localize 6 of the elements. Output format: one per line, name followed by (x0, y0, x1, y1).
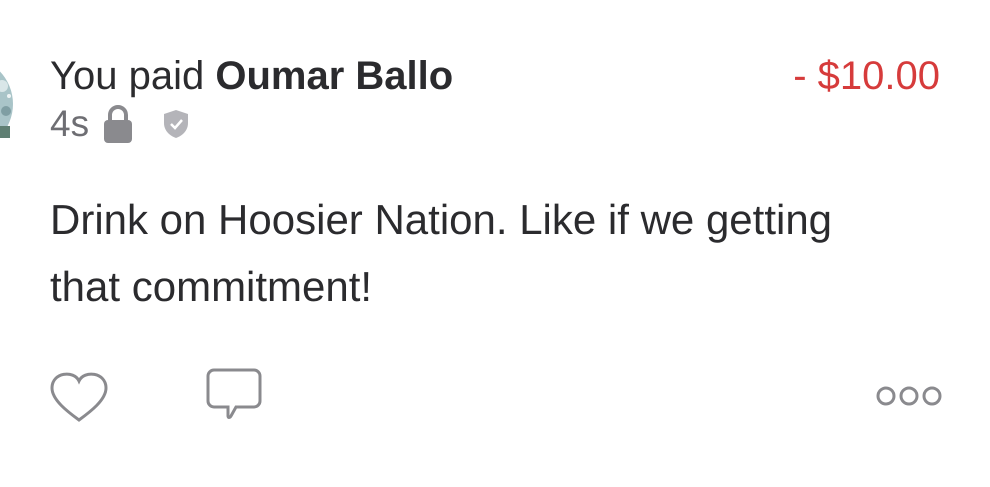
amount: - $10.00 (793, 53, 940, 100)
story-title: You paid Oumar Ballo (50, 53, 454, 100)
heart-icon[interactable] (50, 370, 108, 422)
timestamp: 4s (50, 102, 90, 146)
payment-note: Drink on Hoosier Nation. Like if we getting that commitment! (50, 195, 834, 312)
more-icon[interactable] (876, 386, 942, 406)
